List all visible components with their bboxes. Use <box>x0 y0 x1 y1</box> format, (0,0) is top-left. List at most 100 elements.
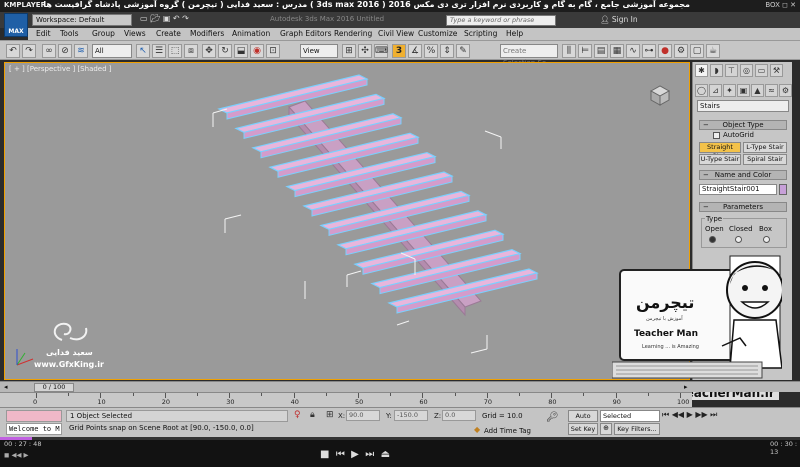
render-production-icon[interactable]: ☕︎ <box>706 44 720 58</box>
helpers-icon[interactable]: ▲ <box>751 84 764 97</box>
type-open-radio[interactable] <box>709 236 716 243</box>
keyboard-shortcut-icon[interactable]: ⌨ <box>374 44 388 58</box>
mirror-icon[interactable]: ⫼ <box>562 44 576 58</box>
menu-rendering[interactable]: Rendering <box>334 29 372 38</box>
quick-access-toolbar[interactable]: ▭ 📂︎ ▣ ↶ ↷ <box>140 14 250 26</box>
type-box-radio[interactable] <box>763 236 770 243</box>
go-to-start-icon[interactable]: ⏮ <box>662 410 669 419</box>
go-to-end-icon[interactable]: ⏭ <box>710 410 717 419</box>
menu-animation[interactable]: Animation <box>232 29 270 38</box>
u-type-stair-button[interactable]: U-Type Stair <box>699 154 741 165</box>
track-bar[interactable]: 0 10 20 30 40 50 60 70 80 90 100 <box>0 392 692 407</box>
menu-views[interactable]: Views <box>124 29 146 38</box>
maxscript-mini-listener[interactable]: Welcome to M <box>6 423 62 435</box>
scene-explorer-icon[interactable]: ▦ <box>610 44 624 58</box>
x-coordinate-field[interactable]: 90.0 <box>346 410 380 421</box>
undo-icon[interactable]: ↶ <box>6 44 20 58</box>
autogrid-checkbox[interactable] <box>713 132 720 139</box>
reference-coordinate-dropdown[interactable]: View <box>300 44 338 58</box>
object-type-rollout[interactable]: − Object Type <box>699 120 787 130</box>
open-icon[interactable]: 📂︎ <box>150 14 160 23</box>
select-scale-icon[interactable]: ⬓ <box>234 44 248 58</box>
select-move-icon[interactable]: ✥ <box>202 44 216 58</box>
key-filters-button[interactable]: Key Filters... <box>614 423 660 435</box>
player-open-icon[interactable]: ⏏ <box>381 449 390 460</box>
select-rotate-icon[interactable]: ↻ <box>218 44 232 58</box>
spacewarps-icon[interactable]: ≈ <box>765 84 778 97</box>
modify-tab-icon[interactable]: ◗ <box>710 64 723 77</box>
named-selection-sets-dropdown[interactable]: Create Selection Se <box>500 44 558 67</box>
max-application-button[interactable]: MAX <box>4 13 28 37</box>
player-next-icon[interactable]: ⏭ <box>365 449 374 460</box>
menu-tools[interactable]: Tools <box>60 29 78 38</box>
redo-icon[interactable]: ↷ <box>182 14 189 23</box>
render-setup-icon[interactable]: ⚙ <box>674 44 688 58</box>
menu-help[interactable]: Help <box>506 29 523 38</box>
menu-create[interactable]: Create <box>156 29 181 38</box>
utilities-tab-icon[interactable]: ⚒ <box>770 64 783 77</box>
object-name-field[interactable]: StraightStair001 <box>699 184 777 195</box>
set-key-button[interactable]: Set Key <box>568 423 598 435</box>
angle-snap-icon[interactable]: ∡ <box>408 44 422 58</box>
schematic-view-icon[interactable]: ⊶ <box>642 44 656 58</box>
key-selection-dropdown[interactable]: Selected <box>600 410 660 422</box>
snaps-toggle-button[interactable]: 3 <box>392 44 406 58</box>
menu-civil-view[interactable]: Civil View <box>378 29 414 38</box>
unlink-icon[interactable]: ⊘ <box>58 44 72 58</box>
player-prev-icon[interactable]: ⏮ <box>336 449 345 460</box>
search-input[interactable]: Type a keyword or phrase <box>446 15 556 26</box>
set-keys-icon[interactable]: ⊕ <box>600 423 612 435</box>
cameras-icon[interactable]: ▣ <box>737 84 750 97</box>
selection-filter-dropdown[interactable]: All <box>92 44 132 58</box>
geometry-icon[interactable]: ◯ <box>695 84 708 97</box>
play-icon[interactable]: ▶ <box>687 410 693 419</box>
create-tab-icon[interactable]: ✱ <box>695 64 708 77</box>
menu-scripting[interactable]: Scripting <box>464 29 497 38</box>
player-stop-icon[interactable]: ■ <box>320 449 329 460</box>
hierarchy-tab-icon[interactable]: ⊤ <box>725 64 738 77</box>
time-tag-icon[interactable]: ◆ <box>474 425 480 434</box>
player-window-controls[interactable]: BOX ◻ ✕ <box>765 1 796 9</box>
bind-spacewarp-icon[interactable]: ≋ <box>74 44 88 58</box>
select-manipulate-icon[interactable]: ✣ <box>358 44 372 58</box>
systems-icon[interactable]: ⚙ <box>779 84 792 97</box>
menu-graph-editors[interactable]: Graph Editors <box>280 29 332 38</box>
material-editor-icon[interactable]: ● <box>658 44 672 58</box>
prev-key-icon[interactable]: ◀◀ <box>672 410 684 419</box>
curve-editor-icon[interactable]: ∿ <box>626 44 640 58</box>
menu-modifiers[interactable]: Modifiers <box>190 29 224 38</box>
lights-icon[interactable]: ✦ <box>723 84 736 97</box>
link-icon[interactable]: ∞ <box>42 44 56 58</box>
align-icon[interactable]: ⊨ <box>578 44 592 58</box>
y-coordinate-field[interactable]: -150.0 <box>394 410 428 421</box>
rect-selection-icon[interactable]: ⬚ <box>168 44 182 58</box>
window-crossing-icon[interactable]: ⧈ <box>184 44 198 58</box>
select-object-icon[interactable]: ↖ <box>136 44 150 58</box>
display-tab-icon[interactable]: ▭ <box>755 64 768 77</box>
select-by-name-icon[interactable]: ☰ <box>152 44 166 58</box>
player-left-controls[interactable]: ◼ ◀◀ ▶ <box>4 451 29 459</box>
menu-edit[interactable]: Edit <box>36 29 51 38</box>
redo-icon[interactable]: ↷ <box>22 44 36 58</box>
add-time-tag-button[interactable]: Add Time Tag <box>484 427 531 435</box>
time-slider-handle[interactable]: 0 / 100 <box>34 383 74 392</box>
pivot-center-icon[interactable]: ⊞ <box>342 44 356 58</box>
category-dropdown[interactable]: Stairs <box>697 100 789 112</box>
save-icon[interactable]: ▣ <box>163 14 171 23</box>
edit-named-selection-icon[interactable]: ✎ <box>456 44 470 58</box>
object-color-swatch[interactable] <box>779 184 787 195</box>
player-play-icon[interactable]: ▶ <box>351 449 359 460</box>
type-closed-radio[interactable] <box>735 236 742 243</box>
spinner-snap-icon[interactable]: ⇕ <box>440 44 454 58</box>
name-color-rollout[interactable]: − Name and Color <box>699 170 787 180</box>
prev-frame-icon[interactable]: ◂ <box>4 383 8 391</box>
menu-group[interactable]: Group <box>92 29 115 38</box>
rendered-frame-icon[interactable]: ▢ <box>690 44 704 58</box>
workspace-dropdown[interactable]: Workspace: Default <box>32 14 132 26</box>
percent-snap-icon[interactable]: % <box>424 44 438 58</box>
maxscript-listener-top[interactable] <box>6 410 62 422</box>
menu-customize[interactable]: Customize <box>418 29 457 38</box>
isolate-selection-icon[interactable]: ♀ <box>294 410 301 420</box>
spiral-stair-button[interactable]: Spiral Stair <box>743 154 787 165</box>
next-key-icon[interactable]: ▶▶ <box>695 410 707 419</box>
